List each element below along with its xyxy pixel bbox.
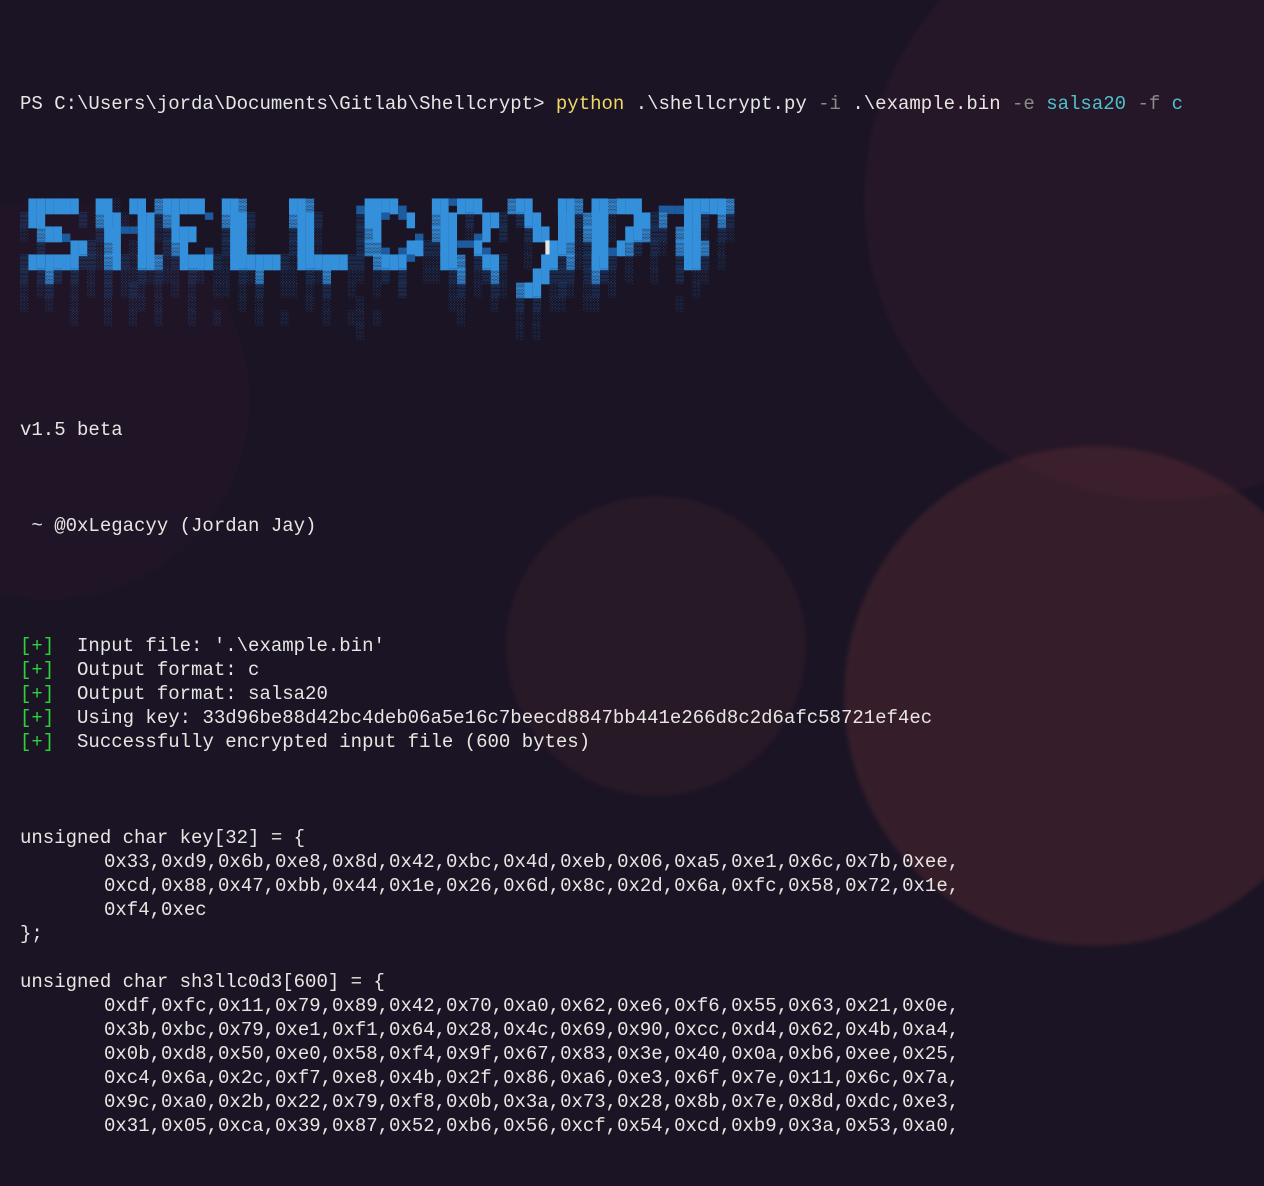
code-line: 0x33,0xd9,0x6b,0xe8,0x8d,0x42,0xbc,0x4d,… — [20, 850, 1244, 874]
code-line: 0xc4,0x6a,0x2c,0xf7,0xe8,0x4b,0x2f,0x86,… — [20, 1066, 1244, 1090]
status-text: Input file: '.\example.bin' — [54, 635, 385, 657]
flag-e: -e — [1012, 93, 1035, 115]
status-text: Using key: 33d96be88d42bc4deb06a5e16c7be… — [54, 707, 932, 729]
output-code: unsigned char key[32] = {0x33,0xd9,0x6b,… — [20, 826, 1244, 1138]
ps-prompt: PS C:\Users\jorda\Documents\Gitlab\Shell… — [20, 93, 556, 115]
status-text: Output format: c — [54, 659, 259, 681]
status-text: Successfully encrypted input file (600 b… — [54, 731, 590, 753]
status-line: [+] Output format: c — [20, 658, 1244, 682]
code-line: 0x3b,0xbc,0x79,0xe1,0xf1,0x64,0x28,0x4c,… — [20, 1018, 1244, 1042]
status-plus: [+] — [20, 683, 54, 705]
status-line: [+] Output format: salsa20 — [20, 682, 1244, 706]
flag-f: -f — [1137, 93, 1160, 115]
status-line: [+] Successfully encrypted input file (6… — [20, 730, 1244, 754]
arg-e: salsa20 — [1035, 93, 1138, 115]
arg-f: c — [1160, 93, 1183, 115]
command-name: python — [556, 93, 624, 115]
code-line: unsigned char sh3llc0d3[600] = { — [20, 970, 1244, 994]
arg-i: .\example.bin — [841, 93, 1012, 115]
code-line: 0x9c,0xa0,0x2b,0x22,0x79,0xf8,0x0b,0x3a,… — [20, 1090, 1244, 1114]
code-line: unsigned char key[32] = { — [20, 826, 1244, 850]
status-text: Output format: salsa20 — [54, 683, 328, 705]
ascii-banner: ██████ ██░ ██ ▓█████ ██▓ ██▓ ▄████▄ ██▀█… — [20, 200, 1244, 340]
code-line: }; — [20, 922, 1244, 946]
author-text: ~ @0xLegacyy (Jordan Jay) — [20, 514, 1244, 538]
code-line: 0xf4,0xec — [20, 898, 1244, 922]
prompt-line: PS C:\Users\jorda\Documents\Gitlab\Shell… — [20, 92, 1244, 116]
status-plus: [+] — [20, 635, 54, 657]
status-plus: [+] — [20, 707, 54, 729]
code-line: 0xdf,0xfc,0x11,0x79,0x89,0x42,0x70,0xa0,… — [20, 994, 1244, 1018]
code-line: 0x0b,0xd8,0x50,0xe0,0x58,0xf4,0x9f,0x67,… — [20, 1042, 1244, 1066]
status-line: [+] Input file: '.\example.bin' — [20, 634, 1244, 658]
code-line: 0x31,0x05,0xca,0x39,0x87,0x52,0xb6,0x56,… — [20, 1114, 1244, 1138]
flag-i: -i — [818, 93, 841, 115]
code-line: 0xcd,0x88,0x47,0xbb,0x44,0x1e,0x26,0x6d,… — [20, 874, 1244, 898]
script-arg: .\shellcrypt.py — [624, 93, 818, 115]
status-block: [+] Input file: '.\example.bin'[+] Outpu… — [20, 634, 1244, 754]
terminal-output: PS C:\Users\jorda\Documents\Gitlab\Shell… — [0, 0, 1264, 1186]
code-line — [20, 946, 1244, 970]
status-line: [+] Using key: 33d96be88d42bc4deb06a5e16… — [20, 706, 1244, 730]
status-plus: [+] — [20, 659, 54, 681]
version-text: v1.5 beta — [20, 418, 1244, 442]
status-plus: [+] — [20, 731, 54, 753]
